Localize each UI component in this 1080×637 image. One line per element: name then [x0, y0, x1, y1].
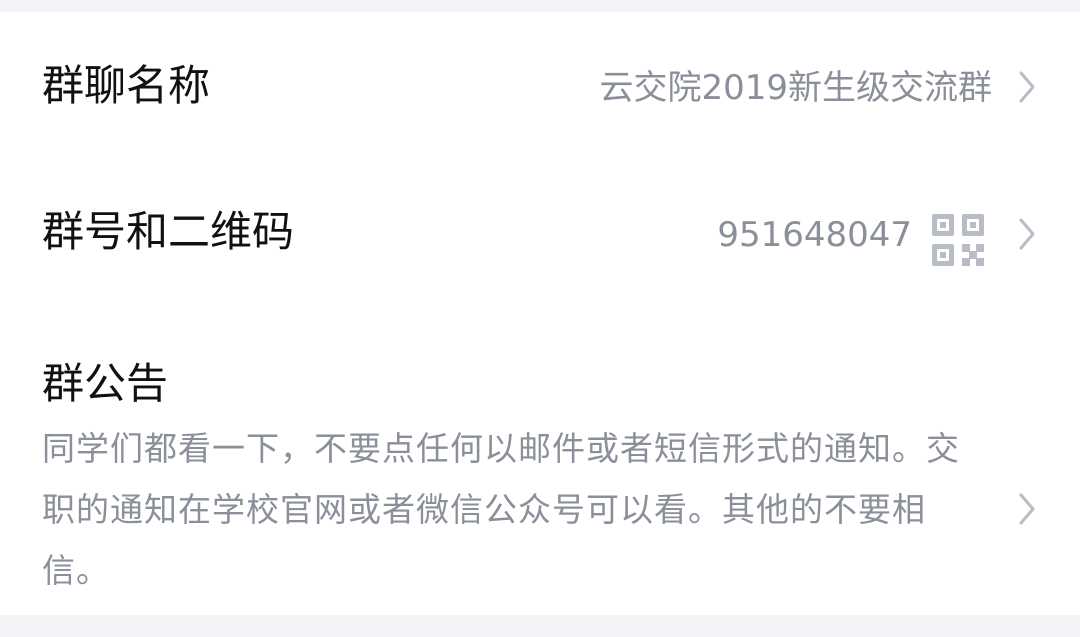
- chevron-right-icon: [1019, 493, 1035, 525]
- group-announcement-row[interactable]: 群公告 同学们都看一下，不要点任何以邮件或者短信形式的通知。交职的通知在学校官网…: [0, 308, 1080, 615]
- group-id-label: 群号和二维码: [42, 207, 295, 256]
- group-name-row[interactable]: 群聊名称 云交院2019新生级交流群: [0, 12, 1080, 160]
- group-settings-card: 群聊名称 云交院2019新生级交流群 群号和二维码 951648047 群公告 …: [0, 12, 1080, 615]
- group-name-label: 群聊名称: [42, 61, 211, 110]
- group-id-row[interactable]: 群号和二维码 951648047: [0, 160, 1080, 308]
- group-id-value: 951648047: [717, 215, 912, 255]
- group-announcement-text: 同学们都看一下，不要点任何以邮件或者短信形式的通知。交职的通知在学校官网或者微信…: [42, 429, 960, 590]
- chevron-right-icon: [1019, 71, 1035, 103]
- group-announcement-label: 群公告: [42, 359, 169, 408]
- chevron-right-icon: [1019, 218, 1035, 250]
- group-name-value: 云交院2019新生级交流群: [599, 68, 992, 108]
- qr-code-icon[interactable]: [932, 214, 984, 266]
